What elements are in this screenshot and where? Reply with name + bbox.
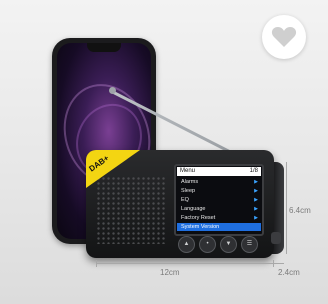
depth-label: 2.4cm <box>278 268 300 277</box>
radio-display: Menu 1/8 Alarms ▶ Sleep ▶ EQ ▶ Language … <box>174 164 264 236</box>
width-dimension-line <box>96 260 274 267</box>
menu-item-label: Language <box>181 206 206 212</box>
chevron-right-icon: ▶ <box>254 188 258 194</box>
menu-item-sleep[interactable]: Sleep ▶ <box>177 187 261 195</box>
favorite-button[interactable] <box>262 15 306 59</box>
chevron-right-icon: ▶ <box>254 215 258 221</box>
chevron-right-icon: ▶ <box>254 197 258 203</box>
volume-knob[interactable] <box>271 232 281 244</box>
menu-item-system-version[interactable]: System Version <box>177 223 261 231</box>
height-dimension-line <box>286 162 287 254</box>
chevron-right-icon: ▶ <box>254 206 258 212</box>
menu-item-factory-reset[interactable]: Factory Reset ▶ <box>177 214 261 222</box>
menu-item-label: Factory Reset <box>181 215 216 221</box>
menu-item-language[interactable]: Language ▶ <box>177 205 261 213</box>
depth-dimension-line <box>270 263 284 264</box>
up-button[interactable]: ▲ <box>178 236 195 253</box>
chevron-right-icon: ▶ <box>254 179 258 185</box>
phone-notch <box>87 43 121 52</box>
ok-button[interactable]: • <box>199 236 216 253</box>
menu-item-label: Sleep <box>181 188 196 194</box>
menu-title: Menu <box>180 168 196 174</box>
menu-button[interactable]: ☰ <box>241 236 258 253</box>
menu-item-label: System Version <box>181 224 220 230</box>
menu-item-alarms[interactable]: Alarms ▶ <box>177 178 261 186</box>
menu-header: Menu 1/8 <box>177 167 261 176</box>
menu-item-label: EQ <box>181 197 189 203</box>
heart-icon <box>271 27 297 47</box>
antenna-tip <box>109 87 116 94</box>
height-label: 6.4cm <box>289 206 311 215</box>
menu-item-eq[interactable]: EQ ▶ <box>177 196 261 204</box>
product-image: DAB+ Menu 1/8 Alarms ▶ Sleep ▶ EQ ▶ Lang… <box>0 0 328 304</box>
width-label: 12cm <box>160 268 180 277</box>
down-button[interactable]: ▼ <box>220 236 237 253</box>
menu-page: 1/8 <box>249 168 258 174</box>
menu-item-label: Alarms <box>181 179 199 185</box>
dab-badge: DAB+ <box>86 150 140 188</box>
